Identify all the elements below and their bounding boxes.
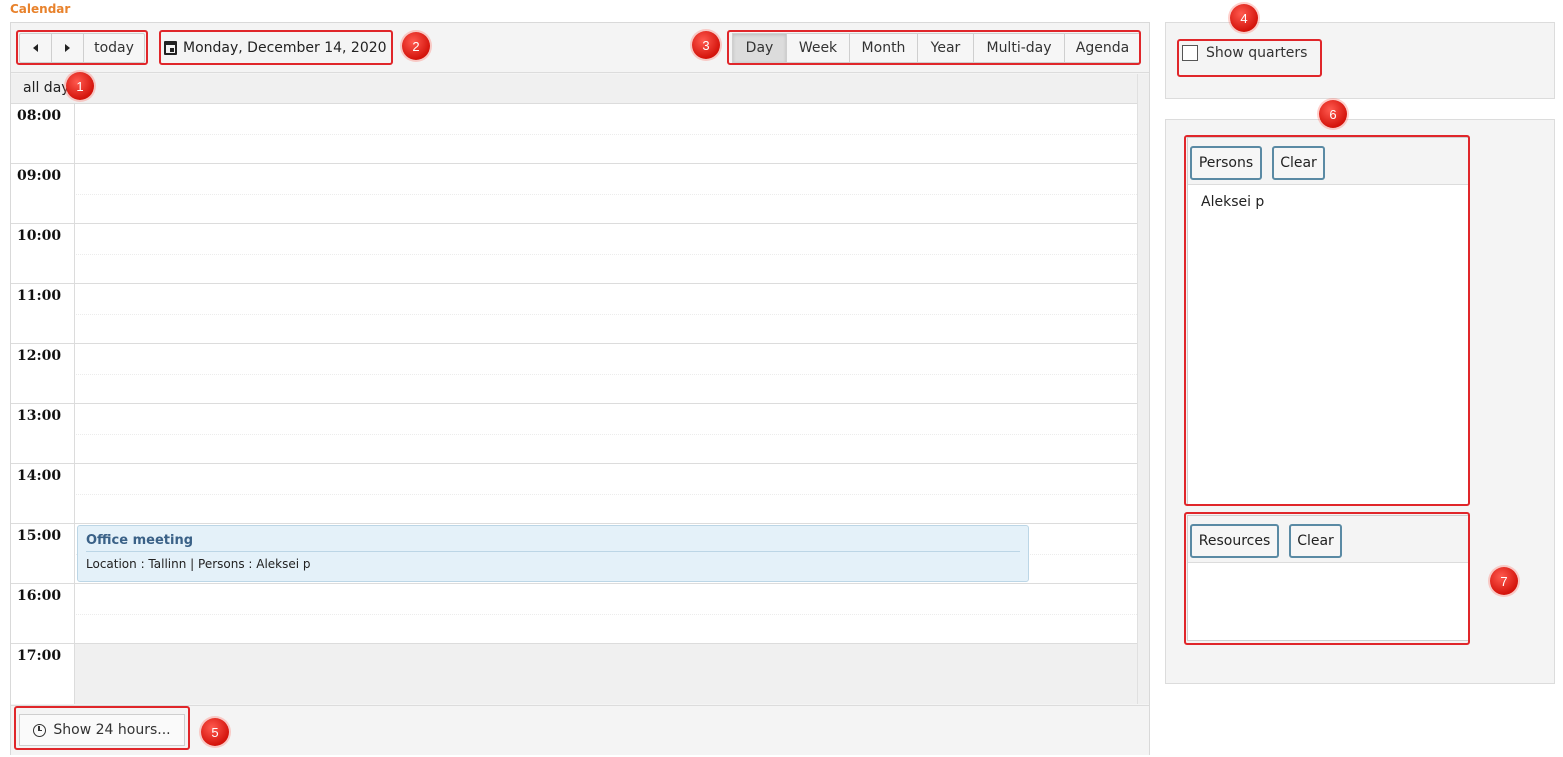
next-button[interactable]	[51, 33, 84, 63]
annotation-badge: 2	[402, 32, 430, 60]
event-detail: Location : Tallinn | Persons : Aleksei p	[86, 557, 311, 571]
annotation-badge: 7	[1490, 567, 1518, 595]
calendar-icon	[164, 41, 177, 55]
view-day-button[interactable]: Day	[732, 33, 787, 63]
scrollbar[interactable]	[1137, 74, 1149, 704]
filter-panel: Persons Clear Aleksei p Resources Clear	[1165, 119, 1555, 684]
time-grid: 08:00 09:00 10:00 11:00 12:00 13:00 14:0…	[11, 104, 1137, 704]
hour-row[interactable]: 08:00	[11, 104, 1137, 164]
today-button[interactable]: today	[83, 33, 145, 63]
clock-icon	[33, 723, 47, 737]
all-day-row[interactable]: all day	[11, 74, 1137, 104]
calendar-footer: Show 24 hours...	[11, 705, 1149, 755]
persons-clear-button[interactable]: Clear	[1272, 146, 1325, 180]
triangle-left-icon	[33, 44, 38, 52]
annotation-badge: 1	[66, 72, 94, 100]
view-multiday-button[interactable]: Multi-day	[973, 33, 1065, 63]
view-week-button[interactable]: Week	[786, 33, 850, 63]
view-month-button[interactable]: Month	[849, 33, 918, 63]
resources-filter: Resources Clear	[1187, 515, 1469, 641]
resources-button[interactable]: Resources	[1190, 524, 1279, 558]
view-year-button[interactable]: Year	[917, 33, 974, 63]
hour-row[interactable]: 11:00	[11, 284, 1137, 344]
persons-filter-header: Persons Clear	[1188, 138, 1468, 185]
show-quarters-toggle[interactable]: Show quarters	[1182, 45, 1307, 61]
show-quarters-label: Show quarters	[1206, 45, 1308, 61]
resources-clear-button[interactable]: Clear	[1289, 524, 1342, 558]
show-24-hours-button[interactable]: Show 24 hours...	[19, 714, 185, 746]
person-item[interactable]: Aleksei p	[1201, 194, 1264, 210]
prev-button[interactable]	[19, 33, 52, 63]
calendar-panel: today Monday, December 14, 2020 Day Week…	[10, 22, 1150, 755]
hour-row[interactable]: 13:00	[11, 404, 1137, 464]
annotation-badge: 4	[1230, 4, 1258, 32]
resources-filter-header: Resources Clear	[1188, 516, 1468, 563]
date-picker[interactable]: Monday, December 14, 2020	[164, 35, 387, 61]
page-title: Calendar	[10, 2, 71, 16]
time-column	[11, 104, 75, 704]
hour-row[interactable]: 16:00	[11, 584, 1137, 644]
triangle-right-icon	[65, 44, 70, 52]
calendar-event[interactable]: Office meeting Location : Tallinn | Pers…	[77, 525, 1029, 582]
annotation-badge: 3	[692, 31, 720, 59]
show-quarters-checkbox[interactable]	[1182, 45, 1198, 61]
hour-row[interactable]: 14:00	[11, 464, 1137, 524]
persons-button[interactable]: Persons	[1190, 146, 1262, 180]
calendar-toolbar: today Monday, December 14, 2020 Day Week…	[11, 23, 1149, 73]
show-24-hours-label: Show 24 hours...	[53, 722, 171, 738]
hour-row[interactable]: 09:00	[11, 164, 1137, 224]
current-date: Monday, December 14, 2020	[183, 40, 387, 56]
hour-row[interactable]: 17:00	[11, 644, 1137, 704]
all-day-label: all day	[23, 80, 70, 96]
persons-filter: Persons Clear Aleksei p	[1187, 137, 1469, 505]
annotation-badge: 6	[1319, 100, 1347, 128]
event-title: Office meeting	[86, 533, 1020, 552]
hour-row[interactable]: 12:00	[11, 344, 1137, 404]
annotation-badge: 5	[201, 718, 229, 746]
hour-row[interactable]: 10:00	[11, 224, 1137, 284]
view-agenda-button[interactable]: Agenda	[1064, 33, 1141, 63]
